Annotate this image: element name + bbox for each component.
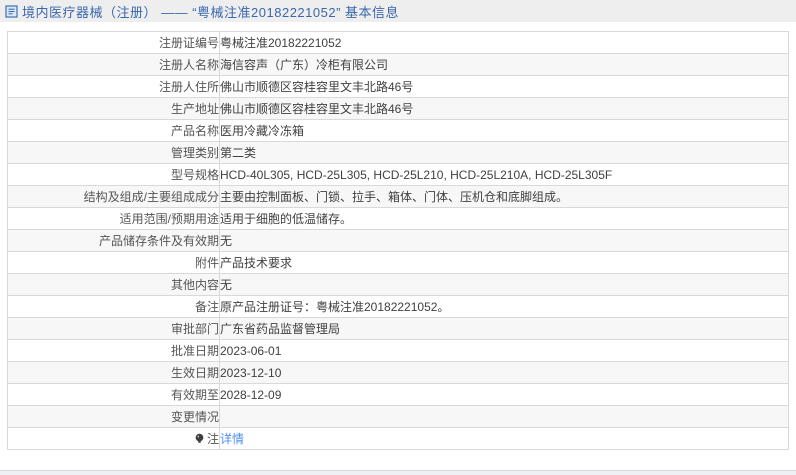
row-label-text: 注 bbox=[206, 432, 219, 446]
row-label: 注册证编号 bbox=[7, 31, 220, 54]
table-row-change-status: 变更情况 bbox=[7, 405, 789, 428]
table-row-effective-date: 生效日期 2023-12-10 bbox=[7, 361, 789, 384]
row-label: 注 bbox=[7, 427, 220, 450]
row-label: 其他内容 bbox=[7, 273, 220, 296]
table-row-product-name: 产品名称 医用冷藏冷冻箱 bbox=[7, 119, 789, 142]
table-row-attachment: 附件 产品技术要求 bbox=[7, 251, 789, 274]
row-value: 粤械注准20182221052 bbox=[219, 31, 789, 54]
row-value: 医用冷藏冷冻箱 bbox=[219, 119, 789, 142]
row-label: 生效日期 bbox=[7, 361, 220, 384]
row-value: 无 bbox=[219, 229, 789, 252]
row-value: 佛山市顺德区容桂容里文丰北路46号 bbox=[219, 75, 789, 98]
row-value: 2023-12-10 bbox=[219, 361, 789, 384]
row-value: 详情 bbox=[219, 427, 789, 450]
row-value: 产品技术要求 bbox=[219, 251, 789, 274]
row-label: 产品名称 bbox=[7, 119, 220, 142]
page-title: 境内医疗器械（注册） —— “粤械注准20182221052” 基本信息 bbox=[22, 4, 400, 20]
row-value: 佛山市顺德区容桂容里文丰北路46号 bbox=[219, 97, 789, 120]
row-value: 第二类 bbox=[219, 141, 789, 164]
registration-info-table: 注册证编号 粤械注准20182221052 注册人名称 海信容声（广东）冷柜有限… bbox=[7, 31, 789, 450]
row-value: 主要由控制面板、门锁、拉手、箱体、门体、压机仓和底脚组成。 bbox=[219, 185, 789, 208]
row-value: 广东省药品监督管理局 bbox=[219, 317, 789, 340]
row-label: 管理类别 bbox=[7, 141, 220, 164]
table-row-expiry-date: 有效期至 2028-12-09 bbox=[7, 383, 789, 406]
table-row-registrant-address: 注册人住所 佛山市顺德区容桂容里文丰北路46号 bbox=[7, 75, 789, 98]
row-value: 原产品注册证号：粤械注准20182221052。 bbox=[219, 295, 789, 318]
row-value: 2023-06-01 bbox=[219, 339, 789, 362]
table-row-other-content: 其他内容 无 bbox=[7, 273, 789, 296]
row-label: 型号规格 bbox=[7, 163, 220, 186]
row-value: 2028-12-09 bbox=[219, 383, 789, 406]
row-value: HCD-40L305, HCD-25L305, HCD-25L210, HCD-… bbox=[219, 163, 789, 186]
row-label: 备注 bbox=[7, 295, 220, 318]
table-row-registrant-name: 注册人名称 海信容声（广东）冷柜有限公司 bbox=[7, 53, 789, 76]
row-label: 变更情况 bbox=[7, 405, 220, 428]
row-label: 批准日期 bbox=[7, 339, 220, 362]
row-value bbox=[219, 405, 789, 428]
row-label: 注册人住所 bbox=[7, 75, 220, 98]
table-row-registration-number: 注册证编号 粤械注准20182221052 bbox=[7, 31, 789, 54]
row-label: 审批部门 bbox=[7, 317, 220, 340]
table-row-management-class: 管理类别 第二类 bbox=[7, 141, 789, 164]
page: 境内医疗器械（注册） —— “粤械注准20182221052” 基本信息 注册证… bbox=[0, 0, 796, 475]
row-label: 产品储存条件及有效期 bbox=[7, 229, 220, 252]
table-row-intended-use: 适用范围/预期用途 适用于细胞的低温储存。 bbox=[7, 207, 789, 230]
table-row-structure-composition: 结构及组成/主要组成成分 主要由控制面板、门锁、拉手、箱体、门体、压机仓和底脚组… bbox=[7, 185, 789, 208]
row-label: 注册人名称 bbox=[7, 53, 220, 76]
document-icon bbox=[5, 4, 18, 18]
table-row-storage-conditions: 产品储存条件及有效期 无 bbox=[7, 229, 789, 252]
row-label: 有效期至 bbox=[7, 383, 220, 406]
row-value: 海信容声（广东）冷柜有限公司 bbox=[219, 53, 789, 76]
details-link[interactable]: 详情 bbox=[221, 432, 245, 446]
note-icon bbox=[195, 433, 204, 443]
row-label: 适用范围/预期用途 bbox=[7, 207, 220, 230]
row-label: 生产地址 bbox=[7, 97, 220, 120]
table-row-model-spec: 型号规格 HCD-40L305, HCD-25L305, HCD-25L210,… bbox=[7, 163, 789, 186]
table-row-remarks: 备注 原产品注册证号：粤械注准20182221052。 bbox=[7, 295, 789, 318]
table-row-approval-date: 批准日期 2023-06-01 bbox=[7, 339, 789, 362]
row-label: 结构及组成/主要组成成分 bbox=[7, 185, 220, 208]
table-row-note: 注 详情 bbox=[7, 427, 789, 450]
next-section-strip bbox=[0, 470, 796, 475]
row-value: 无 bbox=[219, 273, 789, 296]
table-row-approval-department: 审批部门 广东省药品监督管理局 bbox=[7, 317, 789, 340]
row-label: 附件 bbox=[7, 251, 220, 274]
table-row-production-address: 生产地址 佛山市顺德区容桂容里文丰北路46号 bbox=[7, 97, 789, 120]
row-value: 适用于细胞的低温储存。 bbox=[219, 207, 789, 230]
title-bar: 境内医疗器械（注册） —— “粤械注准20182221052” 基本信息 bbox=[0, 0, 796, 22]
